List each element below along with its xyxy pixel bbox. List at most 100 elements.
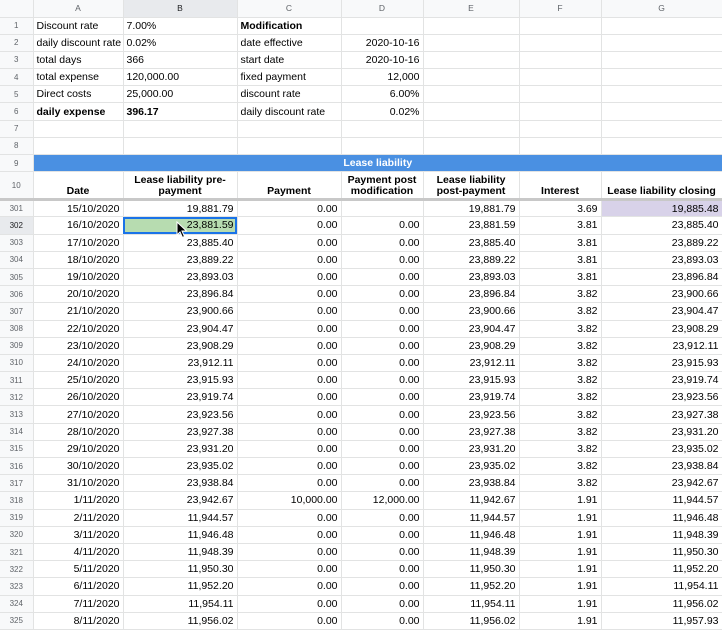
cell-payment-post-modification[interactable]: 0.00 bbox=[341, 251, 424, 269]
cell-d[interactable]: 2020-10-16 bbox=[341, 34, 424, 52]
cell-payment-post-modification[interactable]: 0.00 bbox=[341, 388, 424, 407]
cell-interest[interactable]: 3.82 bbox=[519, 302, 602, 321]
cell-closing[interactable]: 23,915.93 bbox=[601, 354, 722, 373]
cell-e[interactable] bbox=[423, 102, 520, 121]
cell-payment[interactable]: 0.00 bbox=[237, 337, 342, 355]
cell-pre-payment[interactable]: 23,942.67 bbox=[123, 491, 238, 510]
cell-a[interactable]: Discount rate bbox=[33, 17, 124, 35]
cell-interest[interactable]: 3.82 bbox=[519, 371, 602, 390]
cell-f[interactable] bbox=[519, 85, 602, 104]
cell-pre-payment[interactable]: 23,889.22 bbox=[123, 251, 238, 269]
cell-c[interactable]: fixed payment bbox=[237, 68, 342, 87]
cell-pre-payment[interactable]: 19,881.79 bbox=[123, 199, 238, 218]
cell-post-payment[interactable]: 23,885.40 bbox=[423, 234, 520, 252]
cell-payment-post-modification[interactable]: 0.00 bbox=[341, 509, 424, 527]
cell-payment-post-modification[interactable]: 0.00 bbox=[341, 216, 424, 235]
row-header[interactable]: 314 bbox=[0, 423, 34, 441]
cell-e[interactable] bbox=[423, 85, 520, 104]
cell-a[interactable]: daily expense bbox=[33, 102, 124, 121]
cell-payment-post-modification[interactable]: 12,000.00 bbox=[341, 491, 424, 510]
cell-g[interactable] bbox=[601, 85, 722, 104]
cell-c[interactable]: date effective bbox=[237, 34, 342, 52]
cell-payment-post-modification[interactable]: 0.00 bbox=[341, 285, 424, 304]
cell-payment[interactable]: 0.00 bbox=[237, 474, 342, 493]
column-header-d[interactable]: D bbox=[341, 0, 424, 18]
cell-b[interactable]: 120,000.00 bbox=[123, 68, 238, 87]
cell-interest[interactable]: 1.91 bbox=[519, 491, 602, 510]
cell-b[interactable]: 25,000.00 bbox=[123, 85, 238, 104]
row-header[interactable]: 305 bbox=[0, 268, 34, 287]
row-header[interactable]: 9 bbox=[0, 154, 34, 173]
row-header[interactable]: 2 bbox=[0, 34, 34, 52]
cell-interest[interactable]: 3.81 bbox=[519, 216, 602, 235]
cell-payment-post-modification[interactable]: 0.00 bbox=[341, 423, 424, 441]
cell-pre-payment[interactable]: 23,935.02 bbox=[123, 457, 238, 476]
cell-interest[interactable]: 1.91 bbox=[519, 595, 602, 613]
cell-date[interactable]: 5/11/2020 bbox=[33, 560, 124, 579]
cell-payment[interactable]: 0.00 bbox=[237, 595, 342, 613]
cell-e[interactable] bbox=[423, 68, 520, 87]
column-header-e[interactable]: E bbox=[423, 0, 520, 18]
cell-f[interactable] bbox=[519, 102, 602, 121]
cell-e[interactable] bbox=[423, 34, 520, 52]
cell-e[interactable] bbox=[423, 17, 520, 35]
cell-date[interactable]: 1/11/2020 bbox=[33, 491, 124, 510]
cell-pre-payment[interactable]: 23,900.66 bbox=[123, 302, 238, 321]
cell-payment-post-modification[interactable]: 0.00 bbox=[341, 320, 424, 338]
cell-pre-payment[interactable]: 23,912.11 bbox=[123, 354, 238, 373]
cell-post-payment[interactable]: 23,935.02 bbox=[423, 457, 520, 476]
cell-post-payment[interactable]: 11,946.48 bbox=[423, 526, 520, 544]
row-header[interactable]: 316 bbox=[0, 457, 34, 476]
cell-d[interactable] bbox=[341, 17, 424, 35]
cell-payment-post-modification[interactable]: 0.00 bbox=[341, 337, 424, 355]
cell-closing[interactable]: 23,938.84 bbox=[601, 457, 722, 476]
cell-interest[interactable]: 1.91 bbox=[519, 560, 602, 579]
cell-g[interactable] bbox=[601, 34, 722, 52]
header-closing[interactable]: Lease liability closing bbox=[601, 171, 722, 202]
column-header-g[interactable]: G bbox=[601, 0, 722, 18]
row-header[interactable]: 315 bbox=[0, 440, 34, 459]
row-header[interactable]: 312 bbox=[0, 388, 34, 407]
cell-b[interactable]: 366 bbox=[123, 51, 238, 70]
row-header[interactable]: 302 bbox=[0, 216, 34, 235]
cell-post-payment[interactable]: 11,956.02 bbox=[423, 612, 520, 630]
row-header[interactable]: 304 bbox=[0, 251, 34, 269]
cell-post-payment[interactable]: 11,950.30 bbox=[423, 560, 520, 579]
row-header[interactable]: 319 bbox=[0, 509, 34, 527]
cell-date[interactable]: 31/10/2020 bbox=[33, 474, 124, 493]
cell-payment[interactable]: 0.00 bbox=[237, 560, 342, 579]
cell-f[interactable] bbox=[519, 68, 602, 87]
cell-date[interactable]: 7/11/2020 bbox=[33, 595, 124, 613]
cell-interest[interactable]: 3.82 bbox=[519, 354, 602, 373]
row-header[interactable]: 1 bbox=[0, 17, 34, 35]
cell-f[interactable] bbox=[519, 137, 602, 156]
cell-a[interactable]: daily discount rate bbox=[33, 34, 124, 52]
cell-payment-post-modification[interactable]: 0.00 bbox=[341, 457, 424, 476]
lease-liability-banner[interactable]: Lease liability bbox=[33, 154, 722, 173]
cell-a[interactable]: total days bbox=[33, 51, 124, 70]
cell-f[interactable] bbox=[519, 17, 602, 35]
cell-closing[interactable]: 23,912.11 bbox=[601, 337, 722, 355]
cell-date[interactable]: 28/10/2020 bbox=[33, 423, 124, 441]
cell-post-payment[interactable]: 23,912.11 bbox=[423, 354, 520, 373]
cell-d[interactable]: 2020-10-16 bbox=[341, 51, 424, 70]
cell-b[interactable] bbox=[123, 137, 238, 156]
row-header[interactable]: 313 bbox=[0, 405, 34, 424]
cell-payment-post-modification[interactable]: 0.00 bbox=[341, 440, 424, 459]
cell-f[interactable] bbox=[519, 34, 602, 52]
cell-b[interactable]: 0.02% bbox=[123, 34, 238, 52]
cell-closing[interactable]: 23,935.02 bbox=[601, 440, 722, 459]
cell-interest[interactable]: 3.81 bbox=[519, 251, 602, 269]
cell-closing[interactable]: 23,896.84 bbox=[601, 268, 722, 287]
cell-post-payment[interactable]: 23,900.66 bbox=[423, 302, 520, 321]
cell-pre-payment[interactable]: 11,948.39 bbox=[123, 543, 238, 562]
cell-d[interactable] bbox=[341, 120, 424, 138]
cell-payment[interactable]: 0.00 bbox=[237, 216, 342, 235]
row-header[interactable]: 303 bbox=[0, 234, 34, 252]
cell-interest[interactable]: 3.82 bbox=[519, 405, 602, 424]
cell-closing[interactable]: 11,948.39 bbox=[601, 526, 722, 544]
row-header[interactable]: 7 bbox=[0, 120, 34, 138]
cell-closing[interactable]: 23,900.66 bbox=[601, 285, 722, 304]
cell-date[interactable]: 2/11/2020 bbox=[33, 509, 124, 527]
cell-date[interactable]: 20/10/2020 bbox=[33, 285, 124, 304]
